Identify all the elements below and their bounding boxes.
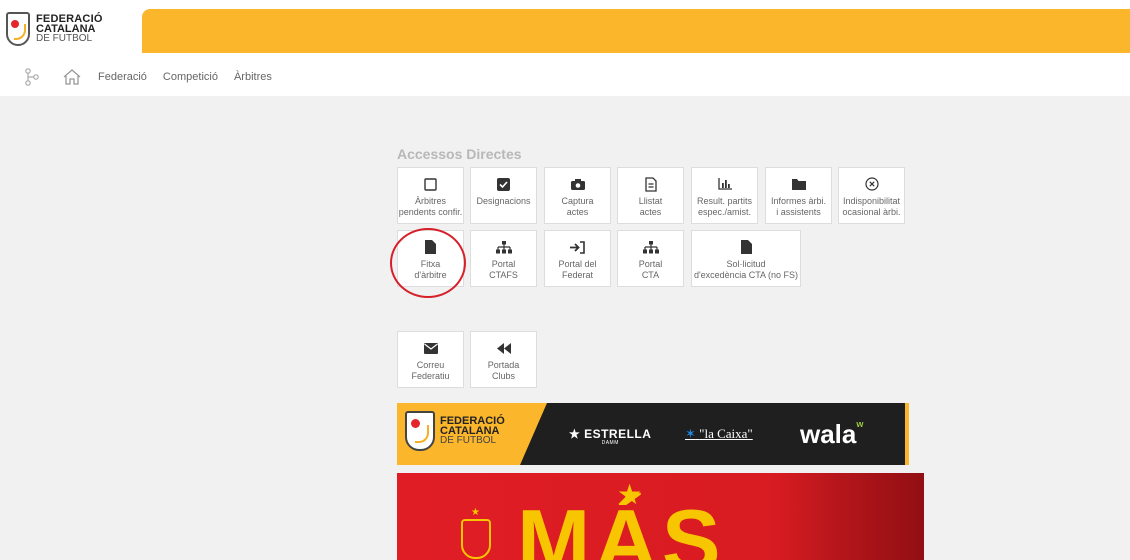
sponsor-estrella-text: ★ ESTRELLA (569, 427, 652, 441)
tile-llistat-actes[interactable]: Llistat actes (617, 167, 684, 224)
menu-toggle-icon[interactable] (22, 67, 42, 87)
home-icon[interactable] (62, 67, 82, 87)
logo-text: FEDERACIÓ CATALANA DE FUTBOL (36, 14, 103, 44)
backward-icon (496, 340, 511, 356)
tile-label: Designacions (476, 196, 531, 206)
checkbox-checked-icon (497, 176, 510, 192)
sponsor-wala: walaw (800, 419, 863, 450)
top-nav: Federació Competició Àrbitres (0, 58, 1130, 96)
checkbox-empty-icon (424, 176, 437, 192)
tile-label: Àrbitres pendents confir. (398, 196, 463, 217)
tile-label: Informes àrbi. i assistents (770, 196, 827, 217)
tile-label: Llistat actes (638, 196, 663, 217)
sponsor-caixa-text: "la Caixa" (699, 426, 753, 441)
caixa-star-icon: ✶ (685, 427, 696, 442)
tile-label: Portal CTAFS (489, 259, 518, 280)
tile-portal-federat[interactable]: Portal del Federat (544, 230, 611, 287)
header-yellow-bar (142, 9, 1130, 53)
camera-icon (570, 176, 585, 192)
sponsor-caixa: ✶ "la Caixa" (685, 426, 753, 442)
sponsor-fcf-line-3: DE FUTBOL (440, 435, 497, 446)
logo-line-3: DE FUTBOL (36, 33, 93, 44)
tile-portada-clubs[interactable]: Portada Clubs (470, 331, 537, 388)
fcf-shield-icon (405, 411, 435, 451)
tile-label: Sol·licitud d'excedència CTA (no FS) (693, 259, 799, 280)
promo-banner[interactable]: ★ ★ MÁS (397, 473, 924, 560)
tile-informes-arbi[interactable]: Informes àrbi. i assistents (765, 167, 832, 224)
envelope-icon (423, 340, 438, 356)
sitemap-icon (495, 239, 512, 255)
nav-federacio[interactable]: Federació (98, 71, 147, 83)
tile-label: Captura actes (561, 196, 594, 217)
header: FEDERACIÓ CATALANA DE FUTBOL (0, 0, 1130, 58)
fcf-logo[interactable]: FEDERACIÓ CATALANA DE FUTBOL (0, 0, 140, 58)
promo-text: MÁS (517, 491, 725, 560)
document-lines-icon (644, 176, 657, 192)
tile-portal-cta[interactable]: Portal CTA (617, 230, 684, 287)
tile-captura-actes[interactable]: Captura actes (544, 167, 611, 224)
tile-label: Indisponibilitat ocasional àrbi. (842, 196, 901, 217)
fcf-shield-icon (6, 12, 30, 46)
bar-chart-icon (717, 176, 732, 192)
sponsor-estrella: ★ ESTRELLA DAMM (569, 427, 651, 446)
sponsor-banner[interactable]: FEDERACIÓ CATALANA DE FUTBOL ★ ESTRELLA … (397, 403, 909, 465)
highlight-circle (390, 228, 466, 298)
file-icon (740, 239, 752, 255)
sponsor-wala-sup: w (856, 419, 864, 429)
sitemap-icon (642, 239, 659, 255)
spain-crest-icon (461, 519, 491, 559)
tile-label: Portal del Federat (558, 259, 597, 280)
tile-label: Correu Federatiu (411, 360, 450, 381)
tile-sollicitud-excedencia[interactable]: Sol·licitud d'excedència CTA (no FS) (691, 230, 801, 287)
section-title: Accessos Directes (397, 146, 522, 162)
sign-in-icon (570, 239, 585, 255)
nav-competicio[interactable]: Competició (163, 71, 218, 83)
tile-label: Portada Clubs (487, 360, 520, 381)
tile-label: Result. partits espec./amist. (696, 196, 753, 217)
tile-label: Portal CTA (638, 259, 663, 280)
small-star-icon: ★ (471, 507, 480, 518)
tile-arbitres-pendents[interactable]: Àrbitres pendents confir. (397, 167, 464, 224)
promo-photo-fade (784, 473, 924, 560)
sponsor-yellow-edge (905, 403, 909, 465)
sponsor-fcf-logo: FEDERACIÓ CATALANA DE FUTBOL (405, 411, 505, 451)
circle-x-icon (864, 176, 879, 192)
tile-correu-federatiu[interactable]: Correu Federatiu (397, 331, 464, 388)
tile-portal-ctafs[interactable]: Portal CTAFS (470, 230, 537, 287)
tile-indisponibilitat[interactable]: Indisponibilitat ocasional àrbi. (838, 167, 905, 224)
nav-arbitres[interactable]: Àrbitres (234, 71, 272, 83)
folder-icon (791, 176, 806, 192)
tile-result-partits[interactable]: Result. partits espec./amist. (691, 167, 758, 224)
tile-designacions[interactable]: Designacions (470, 167, 537, 224)
sponsor-wala-text: wala (800, 419, 857, 449)
